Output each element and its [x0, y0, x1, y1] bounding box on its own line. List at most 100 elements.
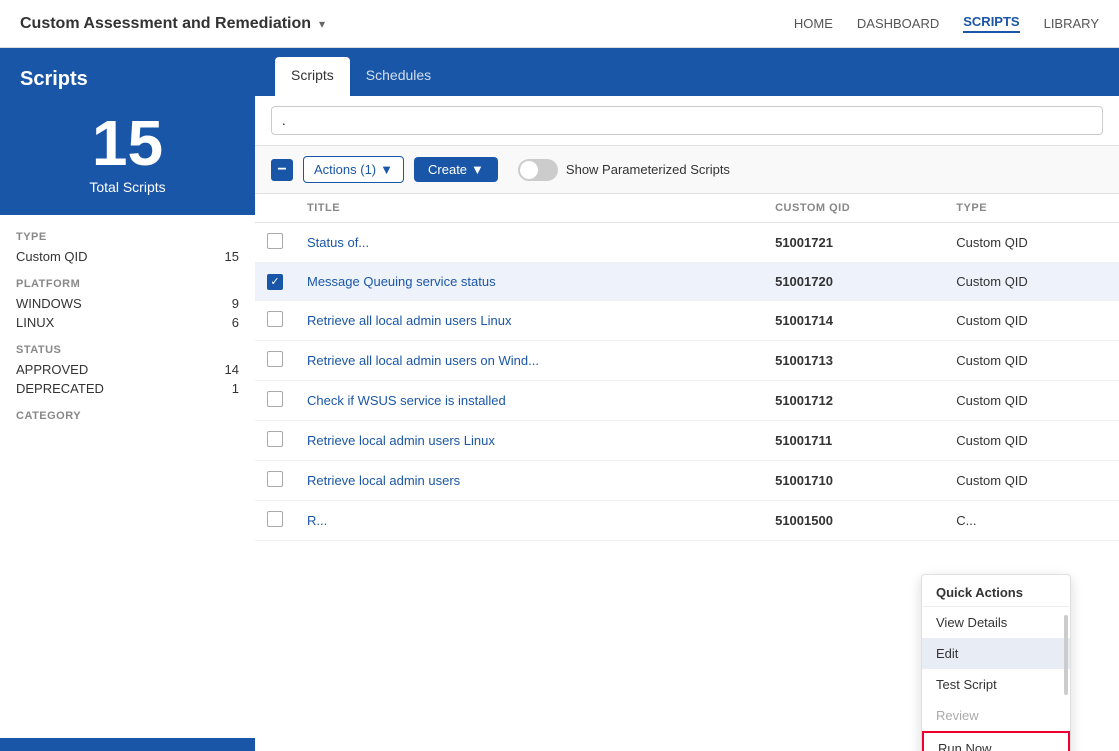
row-type-1: Custom QID — [944, 223, 1119, 263]
row-title-3[interactable]: Retrieve all local admin users Linux — [295, 300, 763, 340]
row-qid-6: 51001711 — [763, 420, 944, 460]
row-type-2: Custom QID — [944, 263, 1119, 301]
toggle-label: Show Parameterized Scripts — [566, 162, 730, 177]
qa-view-details[interactable]: View Details — [922, 607, 1070, 638]
toolbar-area: − Actions (1) ▼ Create ▼ Show Parameteri… — [255, 96, 1119, 194]
sidebar: Scripts 15 Total Scripts TYPE Custom QID… — [0, 48, 255, 751]
row-type-7: Custom QID — [944, 460, 1119, 500]
toggle-area: Show Parameterized Scripts — [518, 159, 730, 181]
filter-row-windows[interactable]: WINDOWS 9 — [16, 296, 239, 311]
qa-run-now[interactable]: Run Now — [922, 731, 1070, 751]
filter-section-status: STATUS APPROVED 14 DEPRECATED 1 — [16, 344, 239, 396]
filter-row-custom-qid[interactable]: Custom QID 15 — [16, 249, 239, 264]
table-row: Retrieve all local admin users Linux 510… — [255, 300, 1119, 340]
create-dropdown-icon: ▼ — [471, 162, 484, 177]
create-button[interactable]: Create ▼ — [414, 157, 498, 182]
filter-count-approved: 14 — [225, 362, 239, 377]
scrollbar[interactable] — [1064, 615, 1068, 695]
filter-section-category: CATEGORY — [16, 410, 239, 422]
actions-button[interactable]: Actions (1) ▼ — [303, 156, 404, 183]
table-header: TITLE CUSTOM QID TYPE — [255, 194, 1119, 223]
row-type-4: Custom QID — [944, 340, 1119, 380]
deselect-button[interactable]: − — [271, 159, 293, 181]
filter-section-platform: PLATFORM WINDOWS 9 LINUX 6 — [16, 278, 239, 330]
col-type: TYPE — [944, 194, 1119, 223]
filter-name-approved: APPROVED — [16, 362, 88, 377]
table-body: Status of... 51001721 Custom QID ✓ Messa… — [255, 223, 1119, 541]
actions-row: − Actions (1) ▼ Create ▼ Show Parameteri… — [255, 146, 1119, 194]
table-row: Retrieve all local admin users on Wind..… — [255, 340, 1119, 380]
row-title-1[interactable]: Status of... — [295, 223, 763, 263]
sidebar-count: 15 — [20, 111, 235, 175]
row-title-2[interactable]: Message Queuing service status — [295, 263, 763, 301]
row-title-7[interactable]: Retrieve local admin users — [295, 460, 763, 500]
row-title-6[interactable]: Retrieve local admin users Linux — [295, 420, 763, 460]
tab-schedules[interactable]: Schedules — [350, 57, 447, 96]
nav-home[interactable]: HOME — [794, 16, 833, 31]
row-checkbox-5[interactable] — [255, 380, 295, 420]
row-qid-1: 51001721 — [763, 223, 944, 263]
tab-scripts[interactable]: Scripts — [275, 57, 350, 96]
filter-row-approved[interactable]: APPROVED 14 — [16, 362, 239, 377]
row-checkbox-4[interactable] — [255, 340, 295, 380]
top-nav-right: HOME DASHBOARD SCRIPTS LIBRARY — [794, 14, 1099, 33]
filter-count-linux: 6 — [232, 315, 239, 330]
search-bar-row — [255, 96, 1119, 146]
row-checkbox-3[interactable] — [255, 300, 295, 340]
row-qid-2: 51001720 — [763, 263, 944, 301]
parameterized-toggle[interactable] — [518, 159, 558, 181]
filter-title-platform: PLATFORM — [16, 278, 239, 290]
col-title: TITLE — [295, 194, 763, 223]
filter-count-custom-qid: 15 — [225, 249, 239, 264]
table-row: Retrieve local admin users 51001710 Cust… — [255, 460, 1119, 500]
sidebar-filters: TYPE Custom QID 15 PLATFORM WINDOWS 9 LI… — [0, 215, 255, 738]
row-qid-7: 51001710 — [763, 460, 944, 500]
row-title-4[interactable]: Retrieve all local admin users on Wind..… — [295, 340, 763, 380]
row-checkbox-1[interactable] — [255, 223, 295, 263]
filter-row-deprecated[interactable]: DEPRECATED 1 — [16, 381, 239, 396]
tabs-bar: Scripts Schedules — [255, 48, 1119, 96]
filter-title-type: TYPE — [16, 231, 239, 243]
row-checkbox-6[interactable] — [255, 420, 295, 460]
row-qid-3: 51001714 — [763, 300, 944, 340]
row-title-5[interactable]: Check if WSUS service is installed — [295, 380, 763, 420]
content-area: Scripts Schedules − Actions (1) ▼ Create… — [255, 48, 1119, 751]
filter-name-custom-qid: Custom QID — [16, 249, 88, 264]
toggle-knob — [520, 161, 538, 179]
row-type-6: Custom QID — [944, 420, 1119, 460]
quick-actions-dropdown: Quick Actions View Details Edit Test Scr… — [921, 574, 1071, 751]
row-type-3: Custom QID — [944, 300, 1119, 340]
actions-dropdown-icon: ▼ — [380, 162, 393, 177]
top-nav: Custom Assessment and Remediation ▾ HOME… — [0, 0, 1119, 48]
qa-edit[interactable]: Edit — [922, 638, 1070, 669]
app-dropdown-arrow[interactable]: ▾ — [319, 17, 325, 31]
search-input[interactable] — [271, 106, 1103, 135]
table-area: TITLE CUSTOM QID TYPE Status of... 51001… — [255, 194, 1119, 751]
sidebar-header: Scripts — [0, 48, 255, 101]
qa-test-script[interactable]: Test Script — [922, 669, 1070, 700]
create-label: Create — [428, 162, 467, 177]
row-qid-4: 51001713 — [763, 340, 944, 380]
nav-library[interactable]: LIBRARY — [1044, 16, 1099, 31]
table-row: R... 51001500 C... — [255, 500, 1119, 540]
filter-row-linux[interactable]: LINUX 6 — [16, 315, 239, 330]
qa-review: Review — [922, 700, 1070, 731]
filter-title-category: CATEGORY — [16, 410, 239, 422]
row-title-8[interactable]: R... — [295, 500, 763, 540]
nav-scripts[interactable]: SCRIPTS — [963, 14, 1019, 33]
row-qid-8: 51001500 — [763, 500, 944, 540]
row-qid-5: 51001712 — [763, 380, 944, 420]
row-checkbox-8[interactable] — [255, 500, 295, 540]
sidebar-count-label: Total Scripts — [20, 179, 235, 195]
row-checkbox-2[interactable]: ✓ — [255, 263, 295, 301]
filter-count-deprecated: 1 — [232, 381, 239, 396]
table-row: Check if WSUS service is installed 51001… — [255, 380, 1119, 420]
row-checkbox-7[interactable] — [255, 460, 295, 500]
row-type-5: Custom QID — [944, 380, 1119, 420]
nav-dashboard[interactable]: DASHBOARD — [857, 16, 939, 31]
filter-name-windows: WINDOWS — [16, 296, 82, 311]
filter-name-linux: LINUX — [16, 315, 54, 330]
table-row: Retrieve local admin users Linux 5100171… — [255, 420, 1119, 460]
scripts-table: TITLE CUSTOM QID TYPE Status of... 51001… — [255, 194, 1119, 541]
top-nav-left: Custom Assessment and Remediation ▾ — [20, 15, 325, 33]
